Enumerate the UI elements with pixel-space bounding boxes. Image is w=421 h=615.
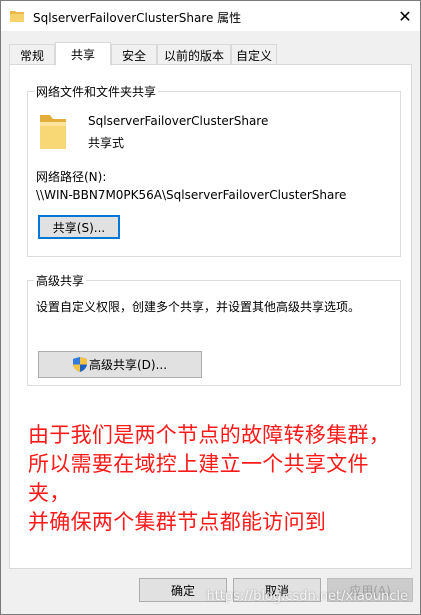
tab-security[interactable]: 安全 — [111, 44, 157, 65]
folder-icon — [40, 115, 66, 149]
tab-previous-versions[interactable]: 以前的版本 — [157, 44, 231, 65]
annotation-text: 由于我们是两个节点的故障转移集群， 所以需要在域控上建立一个共享文件夹， 并确保… — [28, 421, 408, 537]
advanced-share-button[interactable]: 高级共享(D)... — [38, 351, 202, 378]
network-path-value: \\WIN-BBN7M0PK56A\SqlserverFailoverClust… — [36, 188, 347, 202]
sharing-panel: 网络文件和文件夹共享 SqlserverFailoverClusterShare… — [9, 64, 412, 569]
share-state: 共享式 — [88, 136, 125, 150]
tab-general[interactable]: 常规 — [9, 44, 55, 65]
annotation-line: 由于我们是两个节点的故障转移集群， — [28, 423, 391, 447]
advanced-share-description: 设置自定义权限，创建多个共享，并设置其他高级共享选项。 — [36, 300, 361, 314]
network-path-label: 网络路径(N): — [36, 170, 107, 184]
network-share-group: 网络文件和文件夹共享 SqlserverFailoverClusterShare… — [27, 83, 401, 257]
annotation-line: 所以需要在域控上建立一个共享文件夹， — [28, 452, 369, 505]
advanced-share-group-title: 高级共享 — [34, 272, 87, 289]
window-title: SqlserverFailoverClusterShare 属性 — [33, 11, 242, 25]
network-share-group-title: 网络文件和文件夹共享 — [34, 83, 159, 100]
tab-customize[interactable]: 自定义 — [231, 44, 277, 65]
folder-icon — [10, 11, 24, 22]
tab-sharing[interactable]: 共享 — [55, 42, 111, 66]
close-icon: ✕ — [398, 6, 412, 26]
folder-name: SqlserverFailoverClusterShare — [88, 114, 269, 128]
properties-window: SqlserverFailoverClusterShare 属性 ✕ 常规 共享… — [0, 0, 421, 615]
share-button[interactable]: 共享(S)... — [38, 215, 120, 239]
watermark: https://blog.csdn.net/xiaouncle — [206, 589, 408, 604]
tab-strip: 常规 共享 安全 以前的版本 自定义 — [9, 42, 409, 66]
uac-shield-icon — [72, 357, 87, 372]
annotation-line: 并确保两个集群节点都能访问到 — [28, 510, 327, 534]
title-bar: SqlserverFailoverClusterShare 属性 ✕ — [1, 1, 420, 31]
advanced-share-group: 高级共享 设置自定义权限，创建多个共享，并设置其他高级共享选项。 高级共享(D)… — [27, 272, 401, 386]
close-button[interactable]: ✕ — [390, 1, 420, 31]
